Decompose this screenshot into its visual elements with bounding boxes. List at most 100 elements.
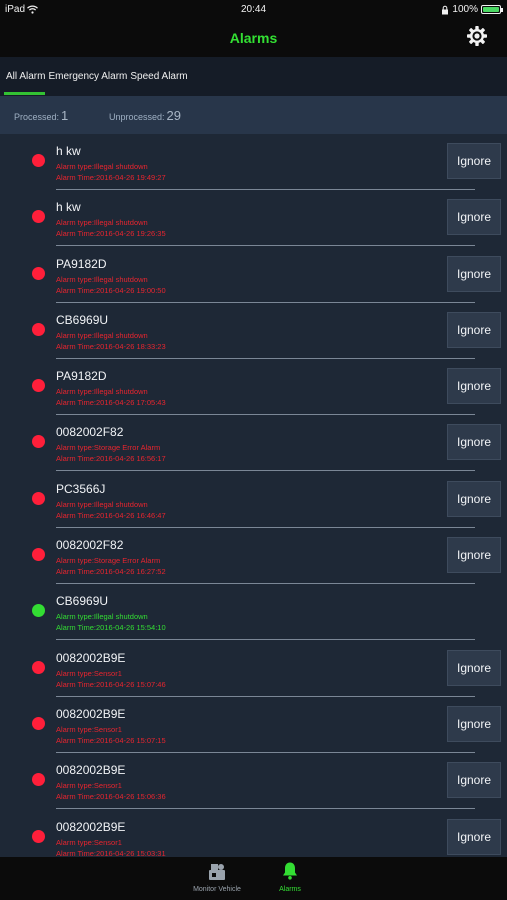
- alarm-plate: 0082002F82: [56, 538, 124, 553]
- alarm-plate: 0082002F82: [56, 425, 124, 440]
- alarm-status-dot: [32, 548, 45, 562]
- ignore-button[interactable]: Ignore: [447, 818, 501, 855]
- alarm-type: Alarm type:Sensor1: [56, 781, 122, 791]
- tab-alarms-label: Alarms: [279, 886, 301, 893]
- status-bar: iPad 20:44 100%: [0, 0, 507, 20]
- alarm-counts: Processed: 1 Unprocessed: 29: [0, 96, 507, 134]
- alarm-status-dot: [32, 829, 45, 843]
- alarm-row[interactable]: PA9182D Alarm type:Illegal shutdown Alar…: [0, 359, 507, 416]
- alarm-time: Alarm Time:2016-04-26 18:33:23: [56, 341, 166, 351]
- gear-icon: [467, 26, 487, 46]
- battery-icon: [481, 5, 503, 14]
- alarm-plate: CB6969U: [56, 312, 109, 327]
- alarm-filter-tabs: All Alarm Emergency Alarm Speed Alarm: [0, 57, 507, 96]
- alarm-row[interactable]: PA9182D Alarm type:Illegal shutdown Alar…: [0, 247, 507, 303]
- alarm-type: Alarm type:Illegal shutdown: [56, 218, 148, 228]
- alarm-type: Alarm type:Illegal shutdown: [56, 387, 148, 397]
- tab-monitor-vehicle-label: Monitor Vehicle: [193, 886, 241, 893]
- alarm-row[interactable]: 0082002F82 Alarm type:Storage Error Alar…: [0, 528, 507, 585]
- alarm-status-dot: [32, 604, 45, 618]
- tab-emergency-alarm[interactable]: Emergency Alarm: [48, 71, 127, 82]
- tab-monitor-vehicle[interactable]: Monitor Vehicle: [182, 857, 252, 900]
- alarm-plate: h kw: [56, 144, 81, 158]
- nav-bar: Alarms: [0, 20, 507, 57]
- tab-speed-alarm[interactable]: Speed Alarm: [130, 71, 187, 82]
- unprocessed-label: Unprocessed:: [109, 112, 165, 122]
- alarm-plate: h kw: [56, 200, 81, 215]
- alarm-row[interactable]: h kw Alarm type:Illegal shutdown Alarm T…: [0, 134, 507, 190]
- alarm-plate: PC3566J: [56, 481, 106, 496]
- alarm-status-dot: [32, 210, 45, 224]
- tab-all-alarm[interactable]: All Alarm: [6, 71, 45, 82]
- processed-value: 1: [61, 108, 69, 123]
- alarm-time: Alarm Time:2016-04-26 16:27:52: [56, 567, 166, 577]
- ignore-button[interactable]: Ignore: [447, 649, 501, 686]
- alarm-list[interactable]: h kw Alarm type:Illegal shutdown Alarm T…: [0, 134, 507, 857]
- alarm-type: Alarm type:Illegal shutdown: [56, 612, 148, 622]
- alarm-time: Alarm Time:2016-04-26 19:49:27: [56, 173, 166, 182]
- alarm-row[interactable]: h kw Alarm type:Illegal shutdown Alarm T…: [0, 190, 507, 247]
- alarm-time: Alarm Time:2016-04-26 17:05:43: [56, 398, 166, 408]
- alarm-row[interactable]: 0082002B9E Alarm type:Sensor1 Alarm Time…: [0, 641, 507, 697]
- unprocessed-value: 29: [166, 108, 181, 123]
- alarm-status-dot: [32, 379, 45, 393]
- monitor-vehicle-icon: [209, 864, 225, 880]
- ignore-button[interactable]: Ignore: [447, 537, 501, 574]
- battery-percent: 100%: [452, 4, 478, 15]
- processed-label: Processed:: [14, 112, 60, 122]
- rotation-lock-icon: [442, 5, 449, 14]
- alarm-plate: 0082002B9E: [56, 819, 126, 834]
- processed-count: Processed: 1: [14, 108, 68, 123]
- ignore-button[interactable]: Ignore: [447, 255, 501, 292]
- alarm-plate: 0082002B9E: [56, 706, 126, 721]
- alarm-time: Alarm Time:2016-04-26 19:26:35: [56, 229, 166, 239]
- settings-button[interactable]: [465, 24, 489, 48]
- alarm-plate: CB6969U: [56, 594, 109, 609]
- ignore-button[interactable]: Ignore: [447, 199, 501, 236]
- alarm-type: Alarm type:Sensor1: [56, 724, 122, 734]
- alarm-time: Alarm Time:2016-04-26 16:56:17: [56, 454, 166, 464]
- ignore-button[interactable]: Ignore: [447, 368, 501, 405]
- alarm-status-dot: [32, 322, 45, 336]
- alarm-type: Alarm type:Sensor1: [56, 668, 122, 678]
- ignore-button[interactable]: Ignore: [447, 311, 501, 348]
- alarm-row[interactable]: 0082002F82 Alarm type:Storage Error Alar…: [0, 415, 507, 472]
- alarm-plate: PA9182D: [56, 369, 107, 384]
- alarm-time: Alarm Time:2016-04-26 15:03:31: [56, 848, 166, 857]
- alarm-row[interactable]: 0082002B9E Alarm type:Sensor1 Alarm Time…: [0, 753, 507, 810]
- alarm-status-dot: [32, 773, 45, 787]
- alarm-type: Alarm type:Illegal shutdown: [56, 330, 148, 340]
- alarm-time: Alarm Time:2016-04-26 15:07:15: [56, 735, 166, 745]
- alarm-time: Alarm Time:2016-04-26 15:07:46: [56, 679, 166, 689]
- alarm-status-dot: [32, 266, 45, 280]
- ignore-button[interactable]: Ignore: [447, 424, 501, 461]
- alarm-time: Alarm Time:2016-04-26 16:46:47: [56, 510, 166, 520]
- bell-icon: [283, 862, 297, 880]
- alarm-time: Alarm Time:2016-04-26 19:00:50: [56, 285, 166, 295]
- alarm-type: Alarm type:Sensor1: [56, 837, 122, 847]
- bottom-tab-bar: Monitor Vehicle Alarms: [0, 857, 507, 900]
- alarm-type: Alarm type:Storage Error Alarm: [56, 443, 161, 453]
- alarm-row[interactable]: PC3566J Alarm type:Illegal shutdown Alar…: [0, 472, 507, 528]
- alarm-type: Alarm type:Illegal shutdown: [56, 499, 148, 509]
- ignore-button[interactable]: Ignore: [447, 143, 501, 179]
- alarm-time: Alarm Time:2016-04-26 15:54:10: [56, 623, 166, 633]
- alarm-type: Alarm type:Illegal shutdown: [56, 162, 148, 171]
- alarm-row[interactable]: 0082002B9E Alarm type:Sensor1 Alarm Time…: [0, 697, 507, 753]
- alarm-row[interactable]: CB6969U Alarm type:Illegal shutdown Alar…: [0, 584, 507, 641]
- ignore-button[interactable]: Ignore: [447, 705, 501, 742]
- alarm-status-dot: [32, 154, 45, 167]
- ignore-button[interactable]: Ignore: [447, 762, 501, 799]
- alarm-type: Alarm type:Storage Error Alarm: [56, 556, 161, 566]
- alarm-plate: 0082002B9E: [56, 763, 126, 778]
- active-tab-indicator: [4, 92, 45, 95]
- alarm-plate: 0082002B9E: [56, 650, 126, 665]
- tab-alarms[interactable]: Alarms: [255, 857, 325, 900]
- alarm-status-dot: [32, 716, 45, 730]
- alarm-status-dot: [32, 660, 45, 674]
- alarm-time: Alarm Time:2016-04-26 15:06:36: [56, 792, 166, 802]
- unprocessed-count: Unprocessed: 29: [109, 108, 181, 123]
- ignore-button[interactable]: Ignore: [447, 480, 501, 517]
- alarm-row[interactable]: 0082002B9E Alarm type:Sensor1 Alarm Time…: [0, 810, 507, 857]
- alarm-row[interactable]: CB6969U Alarm type:Illegal shutdown Alar…: [0, 303, 507, 359]
